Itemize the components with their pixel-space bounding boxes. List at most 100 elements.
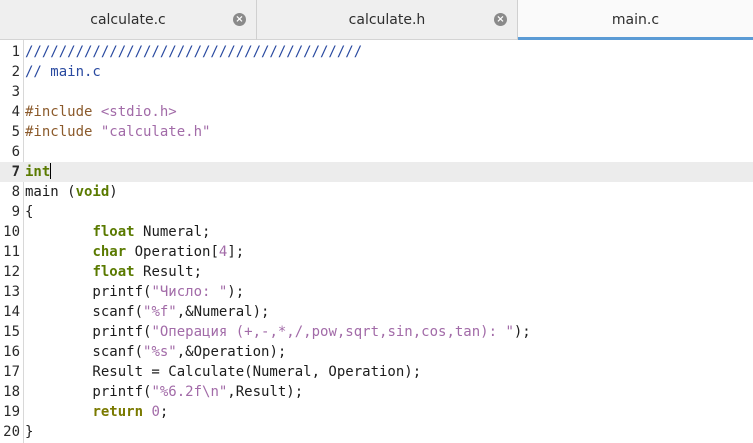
code-token: printf( bbox=[25, 324, 152, 340]
code-text: scanf("%s",&Operation); bbox=[25, 342, 286, 362]
code-token: ,&Numeral); bbox=[176, 304, 270, 320]
code-line[interactable]: 10 float Numeral; bbox=[0, 222, 753, 242]
code-text: float Result; bbox=[25, 262, 202, 282]
code-line[interactable]: 9{ bbox=[0, 202, 753, 222]
code-line[interactable]: 5 #include "calculate.h" bbox=[0, 122, 753, 142]
code-token: printf( bbox=[25, 284, 152, 300]
code-line[interactable]: 13 printf("Число: "); bbox=[0, 282, 753, 302]
code-token: float bbox=[92, 224, 135, 240]
tab-calculate-h[interactable]: calculate.h × bbox=[257, 0, 518, 40]
code-token: "%6.2f\n" bbox=[151, 384, 228, 400]
line-number: 2 bbox=[11, 64, 20, 80]
code-line[interactable]: 15 printf("Операция (+,-,*,/,pow,sqrt,si… bbox=[0, 322, 753, 342]
code-text: // main.c bbox=[25, 62, 101, 82]
code-token: "Операция (+,-,*,/,pow,sqrt,sin,cos,tan)… bbox=[151, 324, 514, 340]
code-line[interactable]: 7 int bbox=[0, 162, 753, 182]
code-line[interactable]: 20} bbox=[0, 422, 753, 442]
code-token: ,&Operation); bbox=[176, 344, 287, 360]
code-token: return bbox=[92, 404, 144, 420]
code-token: Result = Calculate(Numeral, Operation); bbox=[25, 364, 422, 380]
code-text: return 0; bbox=[25, 402, 168, 422]
code-line[interactable]: 14 scanf("%f",&Numeral); bbox=[0, 302, 753, 322]
code-token: Operation[ bbox=[126, 244, 219, 260]
code-token: #include bbox=[25, 104, 101, 120]
line-number: 15 bbox=[3, 324, 20, 340]
code-line[interactable]: 17 Result = Calculate(Numeral, Operation… bbox=[0, 362, 753, 382]
code-token: 0 bbox=[151, 404, 160, 420]
code-token: ); bbox=[227, 284, 245, 300]
code-text: } bbox=[25, 422, 33, 442]
line-number: 14 bbox=[3, 304, 20, 320]
code-token: #include bbox=[25, 124, 101, 140]
code-token: ,Result); bbox=[227, 384, 304, 400]
text-caret bbox=[50, 163, 52, 179]
line-number: 16 bbox=[3, 344, 20, 360]
code-text: float Numeral; bbox=[25, 222, 210, 242]
line-number: 6 bbox=[11, 144, 20, 160]
code-token: printf( bbox=[25, 384, 152, 400]
tab-label: main.c bbox=[611, 12, 660, 28]
code-text: scanf("%f",&Numeral); bbox=[25, 302, 269, 322]
code-token: <stdio.h> bbox=[100, 104, 177, 120]
code-line[interactable]: 19 return 0; bbox=[0, 402, 753, 422]
code-token: "%f" bbox=[143, 304, 177, 320]
code-token: // main.c bbox=[25, 64, 101, 80]
code-line[interactable]: 3 bbox=[0, 82, 753, 102]
code-line[interactable]: 18 printf("%6.2f\n",Result); bbox=[0, 382, 753, 402]
code-token: scanf( bbox=[25, 304, 144, 320]
line-number: 10 bbox=[3, 224, 20, 240]
code-line[interactable]: 16 scanf("%s",&Operation); bbox=[0, 342, 753, 362]
code-token: void bbox=[75, 184, 110, 200]
code-token: ) bbox=[109, 184, 118, 200]
code-token: int bbox=[25, 164, 51, 180]
line-number: 13 bbox=[3, 284, 20, 300]
code-token: "%s" bbox=[143, 344, 177, 360]
code-token: ); bbox=[513, 324, 531, 340]
line-number: 17 bbox=[3, 364, 20, 380]
line-number: 1 bbox=[11, 44, 20, 60]
code-line[interactable]: 6 bbox=[0, 142, 753, 162]
tab-main-c[interactable]: main.c bbox=[518, 0, 753, 40]
code-text: printf("Число: "); bbox=[25, 282, 244, 302]
tab-label: calculate.h bbox=[348, 12, 426, 28]
tab-calculate-c[interactable]: calculate.c × bbox=[0, 0, 257, 40]
code-token: //////////////////////////////////////// bbox=[25, 44, 363, 60]
code-text: #include <stdio.h> bbox=[25, 102, 177, 122]
code-text: char Operation[4]; bbox=[25, 242, 244, 262]
code-token: char bbox=[92, 244, 127, 260]
tab-bar: calculate.c × calculate.h × main.c bbox=[0, 0, 753, 40]
line-number: 7 bbox=[11, 164, 20, 180]
code-line[interactable]: 4 #include <stdio.h> bbox=[0, 102, 753, 122]
tab-label: calculate.c bbox=[90, 12, 166, 28]
code-token: ]; bbox=[227, 244, 245, 260]
code-line[interactable]: 11 char Operation[4]; bbox=[0, 242, 753, 262]
code-text: { bbox=[25, 202, 33, 222]
close-icon[interactable]: × bbox=[233, 13, 246, 26]
line-number: 8 bbox=[11, 184, 20, 200]
line-number: 20 bbox=[3, 424, 20, 440]
code-token: Numeral; bbox=[134, 224, 211, 240]
code-token: main ( bbox=[25, 184, 76, 200]
code-line[interactable]: 2 // main.c bbox=[0, 62, 753, 82]
code-token: float bbox=[92, 264, 135, 280]
code-line[interactable]: 1 ///////////////////////////////////////… bbox=[0, 42, 753, 62]
line-number: 18 bbox=[3, 384, 20, 400]
code-text: main (void) bbox=[25, 182, 118, 202]
code-text: printf("%6.2f\n",Result); bbox=[25, 382, 303, 402]
code-editor[interactable]: 1 ///////////////////////////////////////… bbox=[0, 40, 753, 443]
line-number: 11 bbox=[3, 244, 20, 260]
code-line[interactable]: 12 float Result; bbox=[0, 262, 753, 282]
line-number: 3 bbox=[11, 84, 20, 100]
code-text: int bbox=[25, 162, 52, 182]
code-text: Result = Calculate(Numeral, Operation); bbox=[25, 362, 421, 382]
close-icon[interactable]: × bbox=[494, 13, 507, 26]
code-token: Result; bbox=[134, 264, 203, 280]
code-line[interactable]: 8 main (void) bbox=[0, 182, 753, 202]
code-text: #include "calculate.h" bbox=[25, 122, 210, 142]
code-token: scanf( bbox=[25, 344, 144, 360]
code-token: } bbox=[25, 424, 34, 440]
